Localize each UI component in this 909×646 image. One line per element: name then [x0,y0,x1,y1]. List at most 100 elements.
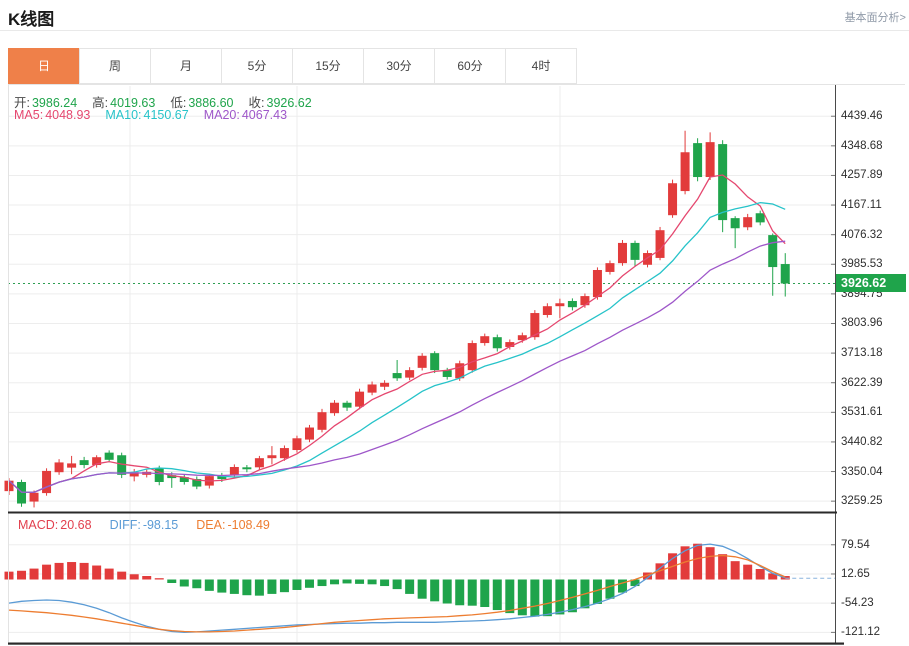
candle-body [493,337,502,348]
macd-histogram-bar [205,580,214,591]
macd-histogram-bar [80,563,89,580]
macd-histogram-bar [242,580,251,596]
candle-body [105,453,114,460]
macd-histogram-bar [255,580,264,596]
macd-info-row: MACD:20.68DIFF:-98.15DEA:-108.49 [18,518,270,532]
candle-body [568,301,577,307]
macd-histogram-bar [167,580,176,583]
macd-histogram-bar [55,563,64,580]
candle-body [430,353,439,370]
macd-histogram-bar [280,580,289,593]
main-y-axis-label: 3803.96 [841,317,883,329]
candle-body [418,356,427,368]
panel-separator [8,512,837,514]
tab-周[interactable]: 周 [79,48,151,84]
candle-body [543,306,552,315]
candle-body [30,493,39,502]
macd-histogram-bar [743,565,752,580]
candle-body [555,303,564,306]
candle-body [781,264,790,283]
macd-histogram-bar [393,580,402,590]
candle-body [468,343,477,370]
candle-body [656,230,665,258]
ma5-line [9,175,785,492]
macd-histogram-bar [468,580,477,606]
macd-histogram-bar [355,580,364,584]
current-price-badge: 3926.62 [836,274,906,292]
candle-body [668,183,677,215]
main-y-axis-label: 3622.39 [841,377,883,389]
candle-body [42,471,51,493]
macd-histogram-bar [706,547,715,579]
macd-histogram-bar [105,569,114,580]
macd-histogram-bar [756,569,765,579]
macd-histogram-bar [217,580,226,593]
candle-body [80,460,89,465]
tab-4时[interactable]: 4时 [505,48,577,84]
main-y-axis-label: 3713.18 [841,347,883,359]
macd-histogram-bar [305,580,314,588]
macd-histogram-bar [180,580,189,587]
candle-body [605,263,614,272]
main-y-axis-label: 3259.25 [841,495,883,507]
candle-body [631,243,640,260]
macd-y-axis-label: -54.23 [841,597,874,609]
macd-histogram-bar [330,580,339,585]
main-y-axis-label: 4167.11 [841,199,882,211]
tab-月[interactable]: 月 [150,48,222,84]
candle-body [318,412,327,430]
macd-histogram-bar [292,580,301,590]
macd-histogram-bar [42,565,51,580]
candle-body [242,467,251,469]
candle-body [255,458,264,467]
candle-body [593,270,602,297]
candle-body [267,455,276,458]
main-y-axis-label: 4076.32 [841,229,883,241]
macd-histogram-bar [92,566,101,580]
macd-histogram-bar [418,580,427,599]
tab-30分[interactable]: 30分 [363,48,435,84]
macd-histogram-bar [430,580,439,602]
tab-60分[interactable]: 60分 [434,48,506,84]
macd-histogram-bar [192,580,201,589]
macd-histogram-bar [443,580,452,604]
tab-5分[interactable]: 5分 [221,48,293,84]
macd-histogram-bar [130,574,139,579]
info-pair: MA5:4048.93 [14,108,90,122]
macd-histogram-bar [480,580,489,608]
candle-body [380,383,389,387]
macd-histogram-bar [505,580,514,614]
candle-body [768,235,777,267]
main-y-axis-label: 3985.53 [841,258,883,270]
candle-body [480,336,489,343]
candle-body [756,213,765,222]
main-y-axis-label: 3440.82 [841,436,883,448]
macd-histogram-bar [17,571,26,580]
macd-histogram-bar [230,580,239,594]
candle-body [706,142,715,177]
candle-body [405,370,414,378]
chart-bottom-border [8,643,844,645]
macd-histogram-bar [530,580,539,617]
main-y-axis-label: 4439.46 [841,110,883,122]
tab-日[interactable]: 日 [8,48,80,84]
candle-body [368,384,377,392]
candle-body [743,217,752,227]
macd-y-axis-label: -121.12 [841,626,880,638]
macd-histogram-bar [155,578,164,579]
candle-body [230,467,239,475]
tab-15分[interactable]: 15分 [292,48,364,84]
macd-y-axis-label: 79.54 [841,539,870,551]
candle-body [292,438,301,450]
macd-y-axis-label: 12.65 [841,568,870,580]
candle-body [643,253,652,265]
macd-histogram-bar [267,580,276,594]
macd-histogram-bar [343,580,352,584]
candle-body [693,143,702,177]
macd-histogram-bar [605,580,614,599]
macd-histogram-bar [30,569,39,580]
ma-info-row: MA5:4048.93MA10:4150.67MA20:4067.43 [14,108,287,122]
ma10-line [9,203,785,493]
macd-histogram-bar [731,561,740,579]
candle-body [731,218,740,228]
